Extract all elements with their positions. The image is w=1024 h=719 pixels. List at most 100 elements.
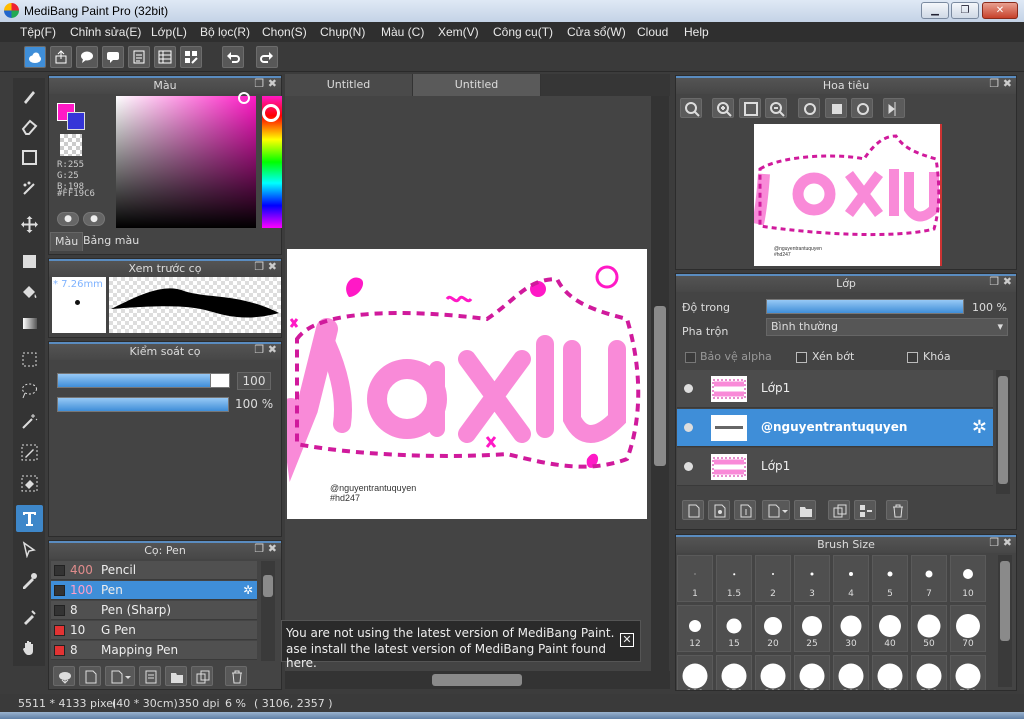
brush-settings-icon[interactable] xyxy=(139,666,161,686)
menu-file[interactable]: Tệp(F) xyxy=(20,25,56,39)
fill-shape-icon[interactable] xyxy=(16,248,43,275)
move-icon[interactable] xyxy=(16,211,43,238)
brush-size-cell[interactable]: 15 xyxy=(716,605,752,652)
brush-size-cell[interactable]: 300 xyxy=(833,655,869,690)
lock-checkbox[interactable] xyxy=(907,352,918,363)
close-button[interactable]: ✕ xyxy=(982,2,1018,19)
brush-size-cell[interactable]: 5 xyxy=(872,555,908,602)
dropper-icon[interactable] xyxy=(16,603,43,630)
zoom-out-icon[interactable] xyxy=(765,98,787,118)
rotate-left-icon[interactable] xyxy=(798,98,820,118)
reset-view-icon[interactable] xyxy=(825,98,847,118)
tab-document-1[interactable]: Untitled xyxy=(285,74,413,96)
brush-size-cell[interactable]: 700 xyxy=(950,655,986,690)
gradient-icon[interactable] xyxy=(16,310,43,337)
brush-size-cell[interactable]: 12 xyxy=(677,605,713,652)
brush-size-slider[interactable] xyxy=(57,373,211,388)
brush-size-cell[interactable]: 250 xyxy=(794,655,830,690)
layer-folder-icon[interactable] xyxy=(794,500,816,520)
brush-opacity-slider[interactable] xyxy=(57,397,229,412)
add-brush-icon[interactable] xyxy=(53,666,75,686)
layer-settings-gear-icon[interactable]: ✲ xyxy=(972,417,987,438)
menu-layer[interactable]: Lớp(L) xyxy=(151,25,187,39)
brush-size-cell[interactable]: 400 xyxy=(872,655,908,690)
new-brush-icon[interactable] xyxy=(79,666,101,686)
brush-size-cell[interactable]: 40 xyxy=(872,605,908,652)
brush-size-cell[interactable]: 2 xyxy=(755,555,791,602)
brush-size-cell[interactable]: 7 xyxy=(911,555,947,602)
panel-float-close-icon[interactable]: ❐ ✖ xyxy=(989,536,1012,549)
new-layer-icon[interactable] xyxy=(682,500,704,520)
tab-palette[interactable]: Bảng màu xyxy=(79,232,143,251)
protect-alpha-checkbox[interactable] xyxy=(685,352,696,363)
canvas-vertical-scrollbar[interactable] xyxy=(651,96,669,671)
menu-help[interactable]: Help xyxy=(684,25,709,39)
fit-window-icon[interactable] xyxy=(739,98,761,118)
layer-visibility-icon[interactable] xyxy=(684,384,693,393)
canvas-area[interactable]: @nguyentrantuquyen #hd247 xyxy=(280,96,669,671)
menu-filter[interactable]: Bộ lọc(R) xyxy=(200,25,250,39)
select-pen-icon[interactable] xyxy=(16,439,43,466)
tab-document-2[interactable]: Untitled xyxy=(413,74,541,96)
menu-cloud[interactable]: Cloud xyxy=(637,25,668,39)
brush-size-scrollbar[interactable] xyxy=(998,555,1012,687)
panel-float-close-icon[interactable]: ❐ ✖ xyxy=(254,542,277,555)
brush-size-cell[interactable]: 1 xyxy=(677,555,713,602)
chat-icon[interactable] xyxy=(102,46,124,68)
background-color-swatch[interactable] xyxy=(67,112,85,130)
comment-icon[interactable] xyxy=(76,46,98,68)
layer-list-scroll-thumb[interactable] xyxy=(998,376,1008,484)
brush-list-item[interactable]: 10 G Pen xyxy=(51,621,257,640)
brush-size-value[interactable]: 100 xyxy=(237,372,271,390)
flip-horizontal-icon[interactable] xyxy=(883,98,905,118)
layer-list-scrollbar[interactable] xyxy=(996,370,1010,494)
new-layer-dropdown-icon[interactable] xyxy=(762,500,790,520)
brush-list-item[interactable]: 8 Pen (Sharp) xyxy=(51,601,257,620)
brush-size-cell[interactable]: 1.5 xyxy=(716,555,752,602)
brush-size-cell[interactable]: 20 xyxy=(755,605,791,652)
brush-size-cell[interactable]: 3 xyxy=(794,555,830,602)
brush-size-cell[interactable]: 150 xyxy=(716,655,752,690)
zoom-in-icon[interactable] xyxy=(712,98,734,118)
redo-icon[interactable] xyxy=(256,46,278,68)
saturation-value-picker[interactable] xyxy=(116,96,256,228)
layer-visibility-icon[interactable] xyxy=(684,462,693,471)
brush-size-cell[interactable]: 100 xyxy=(677,655,713,690)
canvas-horizontal-scroll-thumb[interactable] xyxy=(432,674,522,686)
layer-row[interactable]: Lớp1 xyxy=(677,448,993,486)
duplicate-brush-icon[interactable] xyxy=(191,666,213,686)
brush-list-item[interactable]: 8 Mapping Pen xyxy=(51,641,257,660)
update-notice-line-2[interactable]: ase install the latest version of MediBa… xyxy=(286,642,640,670)
brush-size-cell[interactable]: 30 xyxy=(833,605,869,652)
hand-icon[interactable] xyxy=(16,634,43,661)
close-notice-icon[interactable]: ✕ xyxy=(620,633,634,647)
brush-size-cell[interactable]: 25 xyxy=(794,605,830,652)
menu-select[interactable]: Chọn(S) xyxy=(262,25,307,39)
menu-color[interactable]: Màu (C) xyxy=(381,25,424,39)
brush-list-scrollbar[interactable] xyxy=(261,561,275,661)
panel-float-close-icon[interactable]: ❐ ✖ xyxy=(989,77,1012,90)
select-rect-icon[interactable] xyxy=(16,346,43,373)
brush-size-cell[interactable]: 70 xyxy=(950,605,986,652)
brush-list-item[interactable]: 400 Pencil xyxy=(51,561,257,580)
brush-list-item[interactable]: 100 Pen ✲ xyxy=(51,581,257,600)
brush-icon[interactable] xyxy=(16,82,43,109)
brush-size-cell[interactable]: 500 xyxy=(911,655,947,690)
drawing-canvas[interactable]: @nguyentrantuquyen #hd247 xyxy=(280,249,647,519)
color-wheel-mode-icon[interactable]: ● xyxy=(57,212,79,226)
eraser-icon[interactable] xyxy=(16,113,43,140)
bucket-icon[interactable] xyxy=(16,279,43,306)
panel-icon[interactable] xyxy=(154,46,176,68)
zoom-fit-icon[interactable] xyxy=(680,98,702,118)
panel-float-close-icon[interactable]: ❐ ✖ xyxy=(254,260,277,273)
dot-brush-icon[interactable] xyxy=(16,175,43,202)
brush-list-scroll-thumb[interactable] xyxy=(263,575,273,597)
new-layer-1bit-icon[interactable] xyxy=(734,500,756,520)
rotate-right-icon[interactable] xyxy=(851,98,873,118)
brush-size-cell[interactable]: 50 xyxy=(911,605,947,652)
update-notice[interactable]: You are not using the latest version of … xyxy=(281,620,641,670)
undo-icon[interactable] xyxy=(222,46,244,68)
clipping-checkbox[interactable] xyxy=(796,352,807,363)
brush-settings-gear-icon[interactable]: ✲ xyxy=(243,583,253,597)
lasso-icon[interactable] xyxy=(16,377,43,404)
